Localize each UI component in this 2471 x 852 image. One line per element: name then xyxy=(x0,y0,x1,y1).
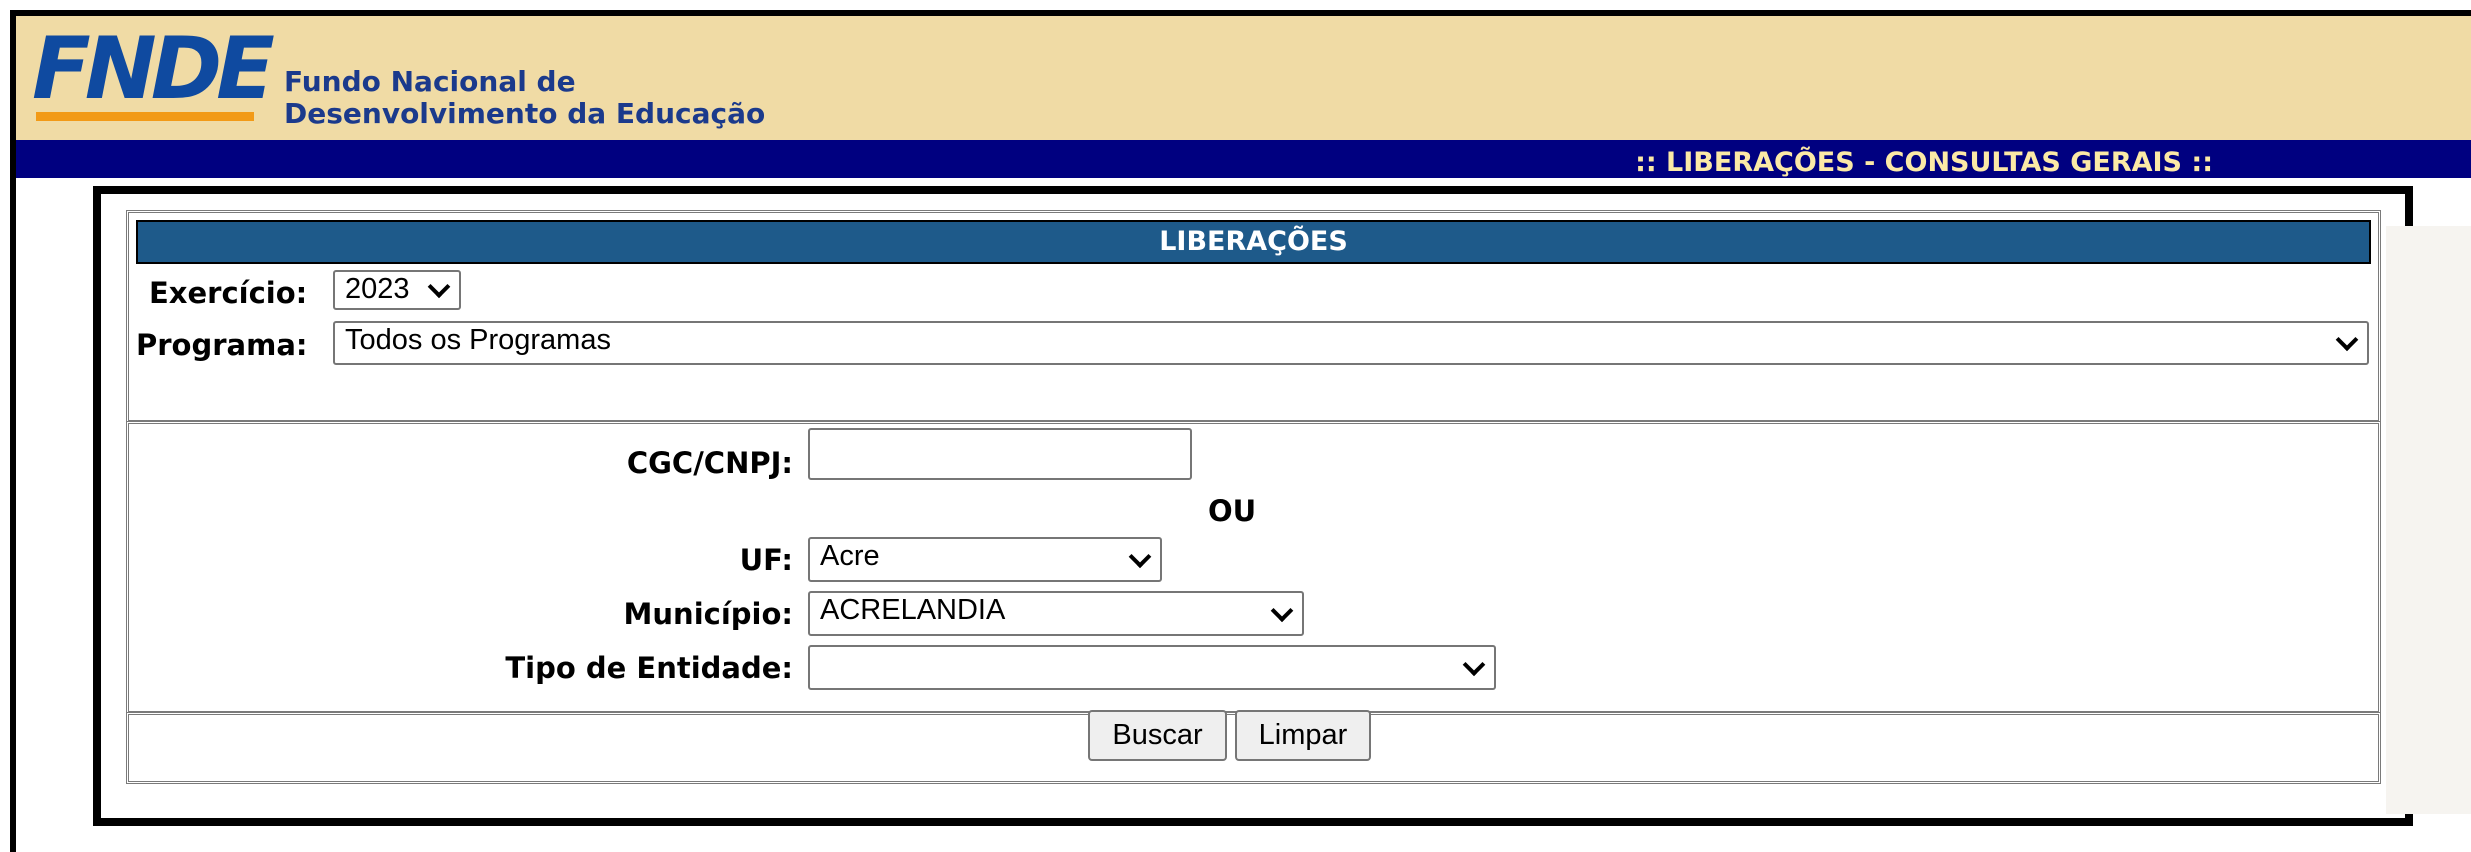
chevron-down-icon xyxy=(1462,652,1486,676)
tipo-entidade-select[interactable] xyxy=(808,645,1496,690)
cnpj-input[interactable] xyxy=(808,428,1192,480)
chevron-down-icon xyxy=(427,275,451,299)
section-title: LIBERAÇÕES xyxy=(136,220,2371,264)
limpar-button[interactable]: Limpar xyxy=(1235,710,1371,761)
header: FNDE Fundo Nacional de Desenvolvimento d… xyxy=(16,16,2471,140)
chevron-down-icon xyxy=(1270,598,1294,622)
cnpj-label: CGC/CNPJ: xyxy=(626,446,793,480)
programa-select[interactable]: Todos os Programas xyxy=(333,321,2369,365)
org-name-line2: Desenvolvimento da Educação xyxy=(284,97,766,130)
municipio-label: Município: xyxy=(623,597,793,631)
programa-label: Programa: xyxy=(136,328,308,362)
chevron-down-icon xyxy=(2335,328,2359,352)
page-title: :: LIBERAÇÕES - CONSULTAS GERAIS :: xyxy=(1635,147,2213,178)
fnde-logo: FNDE xyxy=(32,19,275,119)
exercicio-label: Exercício: xyxy=(149,276,308,310)
chevron-down-icon xyxy=(1128,544,1152,568)
org-name: Fundo Nacional de Desenvolvimento da Edu… xyxy=(284,66,765,130)
ou-label: OU xyxy=(1208,494,1257,528)
right-strip xyxy=(2386,226,2471,814)
org-name-line1: Fundo Nacional de xyxy=(284,65,576,98)
municipio-select[interactable]: ACRELANDIA xyxy=(808,591,1304,636)
navbar: :: LIBERAÇÕES - CONSULTAS GERAIS :: xyxy=(16,140,2471,178)
buscar-button[interactable]: Buscar xyxy=(1088,710,1227,761)
exercicio-value: 2023 xyxy=(345,273,410,305)
uf-label: UF: xyxy=(739,543,793,577)
uf-value: Acre xyxy=(820,540,880,572)
exercicio-select[interactable]: 2023 xyxy=(333,270,461,310)
programa-value: Todos os Programas xyxy=(345,324,611,356)
municipio-value: ACRELANDIA xyxy=(820,594,1006,626)
logo-underline xyxy=(36,112,254,121)
tipo-entidade-label: Tipo de Entidade: xyxy=(505,651,793,685)
uf-select[interactable]: Acre xyxy=(808,537,1162,582)
